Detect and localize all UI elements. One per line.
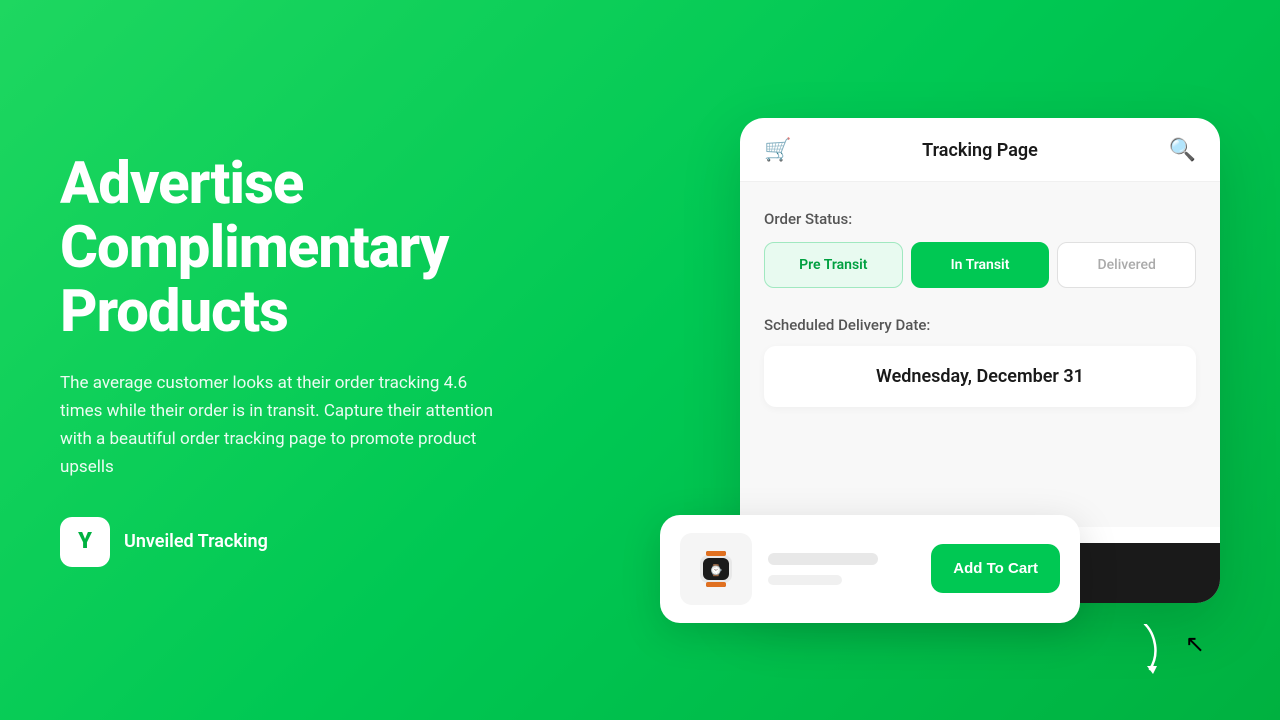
brand-name: Unveiled Tracking [124, 531, 268, 552]
brand-row: Y Unveiled Tracking [60, 517, 560, 567]
tab-delivered[interactable]: Delivered [1057, 242, 1196, 288]
product-subtitle-bar [768, 575, 842, 585]
add-to-cart-button[interactable]: Add To Cart [931, 544, 1060, 593]
page-title: Tracking Page [922, 140, 1038, 161]
cart-icon: 🛒 [764, 138, 791, 163]
product-image: ⌚ [680, 533, 752, 605]
phone-body: Order Status: Pre Transit In Transit Del… [740, 182, 1220, 431]
search-icon[interactable]: 🔍 [1169, 138, 1196, 163]
product-info [768, 553, 915, 585]
watch-svg: ⌚ [690, 543, 742, 595]
tab-pre-transit[interactable]: Pre Transit [764, 242, 903, 288]
delivery-label: Scheduled Delivery Date: [764, 316, 1196, 334]
main-heading: Advertise Complimentary Products [60, 153, 560, 344]
delivery-date: Wednesday, December 31 [764, 346, 1196, 407]
phone-header: 🛒 Tracking Page 🔍 [740, 118, 1220, 182]
right-panel: 🛒 Tracking Page 🔍 Order Status: Pre Tran… [740, 118, 1220, 603]
order-status-label: Order Status: [764, 210, 1196, 228]
product-card-overlay: ⌚ Add To Cart [660, 515, 1080, 623]
phone-bottom [740, 431, 1220, 527]
cursor-icon: ↖ [1185, 630, 1205, 658]
product-title-bar [768, 553, 878, 565]
curved-arrow [1125, 624, 1165, 678]
left-panel: Advertise Complimentary Products The ave… [60, 153, 560, 567]
svg-text:⌚: ⌚ [709, 564, 723, 577]
tab-in-transit[interactable]: In Transit [911, 242, 1050, 288]
description-text: The average customer looks at their orde… [60, 369, 500, 481]
status-tabs: Pre Transit In Transit Delivered [764, 242, 1196, 288]
brand-logo-icon: Y [60, 517, 110, 567]
